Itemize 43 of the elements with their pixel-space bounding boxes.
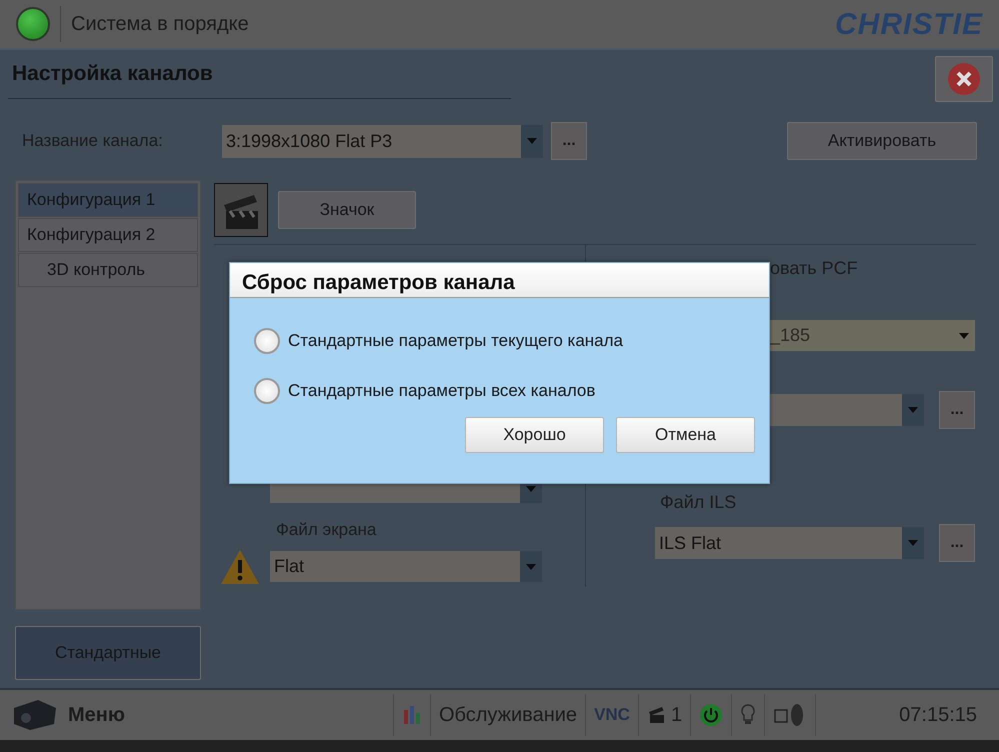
menu-button[interactable]: Меню [0, 690, 133, 740]
icon-button[interactable]: Значок [278, 191, 416, 229]
browse-button[interactable]: ... [939, 391, 975, 429]
channel-count: 1 [670, 703, 682, 728]
clapperboard-icon [214, 183, 268, 237]
radio-button[interactable] [254, 328, 280, 354]
config-tab[interactable]: Конфигурация 1 [18, 183, 198, 217]
clock-time: 07:15:15 [898, 703, 978, 728]
page-title: Настройка каналов [11, 61, 214, 87]
screen-file-label: Файл экрана [276, 519, 378, 541]
status-text: Система в порядке [71, 12, 249, 37]
channel-dropdown[interactable]: 3:1998x1080 Flat P3 [222, 124, 543, 158]
projector-icon [12, 698, 58, 732]
dropdown-arrow-icon [526, 564, 536, 570]
power-icon[interactable] [699, 703, 724, 727]
pcf-label: овать PCF [770, 257, 859, 280]
dialog-title: Сброс параметров канала [230, 263, 769, 298]
activate-button[interactable]: Активировать [787, 122, 977, 160]
ils-label: Файл ILS [660, 491, 738, 514]
lightbulb-icon[interactable] [740, 703, 756, 727]
cancel-button[interactable]: Отмена [616, 417, 755, 453]
option-label: Стандартные параметры текущего канала [288, 330, 623, 352]
defaults-button[interactable]: Стандартные [15, 626, 201, 680]
screen-file-dropdown[interactable]: Flat [270, 551, 542, 582]
ils-dropdown[interactable]: ILS Flat [655, 527, 924, 559]
ok-button[interactable]: Хорошо [465, 417, 604, 453]
dropdown-arrow-icon [959, 332, 969, 338]
channel-label: Название канала: [22, 130, 164, 152]
clapperboard-icon [646, 705, 667, 725]
chart-icon [402, 704, 422, 726]
browse-button[interactable]: ... [939, 524, 975, 562]
browse-button[interactable]: ... [551, 122, 587, 160]
close-button[interactable] [935, 56, 993, 102]
dropdown-arrow-icon [908, 540, 918, 546]
dropdown-arrow-icon [527, 138, 537, 144]
option-label: Стандартные параметры всех каналов [288, 380, 596, 402]
config-tab[interactable]: Конфигурация 2 [18, 218, 198, 252]
radio-button[interactable] [254, 378, 280, 404]
maintenance-button[interactable]: Обслуживание [430, 690, 586, 740]
dropdown-arrow-icon [908, 407, 918, 413]
config-tab[interactable]: 3D контроль [18, 253, 198, 287]
close-icon [947, 62, 981, 96]
dropdown-arrow-icon [526, 486, 536, 492]
